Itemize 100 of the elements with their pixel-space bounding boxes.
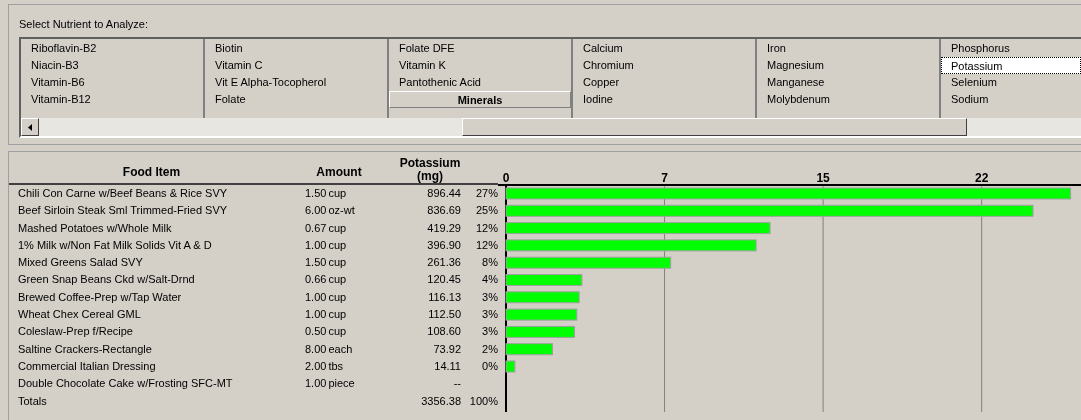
- nutrient-item[interactable]: Copper: [583, 74, 755, 91]
- nutrient-item[interactable]: Selenium: [951, 74, 1081, 91]
- nutrient-item[interactable]: Manganese: [767, 74, 939, 91]
- nutrient-item[interactable]: Iron: [767, 40, 939, 57]
- value-cell-text: 108.60: [426, 324, 461, 340]
- value-cell-text: 14.11: [433, 358, 461, 374]
- unit-cell-text: piece: [327, 376, 355, 392]
- amount-cell-text: 6.00: [304, 203, 327, 219]
- nutrient-item[interactable]: Vitamin-B12: [31, 91, 203, 108]
- food-cell-text: Saltine Crackers-Rectangle: [17, 341, 153, 357]
- value-cell-text: --: [452, 376, 461, 392]
- unit-cell-text: cup: [327, 307, 347, 323]
- unit-cell-text: cup: [327, 186, 347, 201]
- nutrient-item[interactable]: Potassium: [941, 57, 1081, 74]
- nutrient-item[interactable]: Vitamin C: [215, 57, 387, 74]
- amount-cell-text: 0.67: [304, 220, 327, 236]
- nutrient-item[interactable]: Pantothenic Acid: [399, 74, 571, 91]
- value-cell-text: 3356.38: [420, 393, 461, 409]
- tick-label: 7: [661, 171, 668, 185]
- percent-cell-text: 12%: [474, 220, 498, 236]
- unit-cell-text: cup: [327, 324, 347, 340]
- food-cell-text: Chili Con Carne w/Beef Beans & Rice SVY: [17, 186, 229, 201]
- percent-cell-text: 27%: [474, 186, 498, 201]
- nutrient-item[interactable]: Calcium: [583, 40, 755, 57]
- unit-cell-text: cup: [327, 289, 347, 305]
- amount-cell-text: 0.50: [304, 324, 327, 340]
- totals-label: Totals: [17, 393, 48, 409]
- column-header[interactable]: Amount: [294, 163, 384, 183]
- nutrient-item[interactable]: Iodine: [583, 91, 755, 108]
- percent-cell-text: 0%: [481, 358, 498, 374]
- unit-cell-text: each: [327, 341, 353, 357]
- amount-cell-text: 1.00: [304, 376, 327, 392]
- nutrient-item[interactable]: Phosphorus: [951, 40, 1081, 57]
- horizontal-scrollbar[interactable]: [21, 118, 1081, 136]
- unit-cell-text: cup: [327, 255, 347, 271]
- nutrient-item[interactable]: Vit E Alpha-Tocopherol: [215, 74, 387, 91]
- bar: [505, 325, 575, 338]
- nutrient-item[interactable]: Folate: [215, 91, 387, 108]
- food-cell-text: Green Snap Beans Ckd w/Salt-Drnd: [17, 272, 196, 288]
- value-cell-text: 116.13: [427, 289, 461, 305]
- unit-cell-text: tbs: [327, 358, 344, 374]
- amount-cell-text: 1.00: [304, 237, 327, 253]
- nutrient-item[interactable]: Molybdenum: [767, 91, 939, 108]
- percent-cell-text: 8%: [481, 255, 498, 271]
- percent-cell-text: 3%: [481, 307, 498, 323]
- left-arrow-icon: [28, 123, 32, 131]
- nutrient-item[interactable]: Sodium: [951, 91, 1081, 108]
- food-cell-text: Mixed Greens Salad SVY: [17, 255, 144, 271]
- tick-label: 15: [816, 171, 830, 185]
- value-cell-text: 836.69: [426, 203, 461, 219]
- nutrient-item[interactable]: Niacin-B3: [31, 57, 203, 74]
- food-cell-text: Commercial Italian Dressing: [17, 358, 157, 374]
- category-header[interactable]: Minerals: [389, 91, 571, 108]
- value-cell-text: 396.90: [426, 237, 461, 253]
- food-cell-text: Coleslaw-Prep f/Recipe: [17, 324, 134, 340]
- value-cell-text: 261.36: [426, 255, 461, 271]
- amount-cell-text: 8.00: [304, 341, 327, 357]
- nutrient-item[interactable]: Riboflavin-B2: [31, 40, 203, 57]
- food-cell-text: Double Chocolate Cake w/Frosting SFC-MT: [17, 376, 234, 392]
- unit-cell-text: cup: [327, 220, 347, 236]
- food-cell-text: 1% Milk w/Non Fat Milk Solids Vit A & D: [17, 237, 213, 253]
- food-cell-text: Brewed Coffee-Prep w/Tap Water: [17, 289, 183, 305]
- nutrient-item[interactable]: Folate DFE: [399, 40, 571, 57]
- percent-cell-text: 2%: [481, 341, 498, 357]
- nutrient-item[interactable]: Vitamin K: [399, 57, 571, 74]
- tick-label: 22: [974, 171, 989, 185]
- percent-cell-text: 12%: [474, 237, 498, 253]
- bar: [505, 343, 553, 356]
- amount-cell-text: 2.00: [304, 358, 327, 374]
- panel-label: Select Nutrient to Analyze:: [19, 17, 148, 31]
- value-cell-text: 112.50: [427, 307, 461, 323]
- value-cell-text: 419.29: [426, 220, 461, 236]
- percent-cell-text: 3%: [481, 324, 498, 340]
- amount-cell-text: 1.00: [304, 307, 327, 323]
- unit-cell-text: oz-wt: [327, 203, 355, 219]
- amount-cell-text: 1.50: [304, 255, 327, 271]
- unit-cell-text: cup: [327, 272, 347, 288]
- value-cell-text: 73.92: [432, 341, 461, 357]
- scroll-left-button[interactable]: [21, 118, 39, 136]
- column-header[interactable]: Potassium (mg): [384, 157, 470, 183]
- nutrient-item[interactable]: Chromium: [583, 57, 755, 74]
- percent-cell-text: 100%: [468, 393, 498, 409]
- percent-cell-text: 4%: [481, 272, 498, 288]
- nutrient-item[interactable]: Vitamin-B6: [31, 74, 203, 91]
- value-cell-text: 120.45: [426, 272, 461, 288]
- amount-cell-text: 1.00: [304, 289, 327, 305]
- bar: [505, 360, 516, 373]
- tick-label: 0: [502, 171, 510, 185]
- scroll-thumb[interactable]: [462, 118, 967, 136]
- food-cell-text: Beef Sirloin Steak Sml Trimmed-Fried SVY: [17, 203, 229, 219]
- column-header[interactable]: Food Item: [9, 163, 294, 183]
- percent-cell-text: 25%: [474, 203, 498, 219]
- nutrient-item[interactable]: Biotin: [215, 40, 387, 57]
- nutrient-item[interactable]: Magnesium: [767, 57, 939, 74]
- amount-cell-text: 1.50: [304, 186, 327, 201]
- percent-cell-text: 3%: [481, 289, 498, 305]
- food-cell-text: Wheat Chex Cereal GML: [17, 307, 142, 323]
- value-cell-text: 896.44: [426, 186, 461, 201]
- amount-cell-text: 0.66: [304, 272, 327, 288]
- food-cell-text: Mashed Potatoes w/Whole Milk: [17, 220, 173, 236]
